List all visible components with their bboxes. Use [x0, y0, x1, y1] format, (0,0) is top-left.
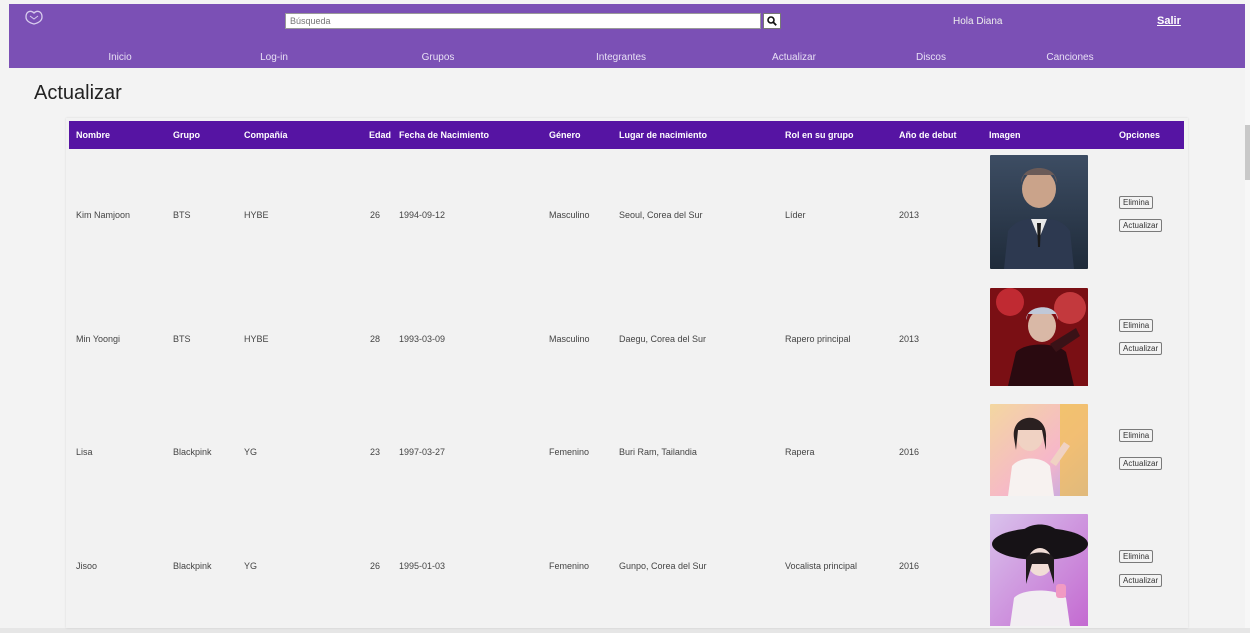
delete-button[interactable]: Elimina — [1119, 550, 1154, 563]
table-row: Min Yoongi BTS HYBE 28 1993-03-09 Mascul… — [66, 286, 1188, 406]
nav-item-integrantes[interactable]: Integrantes — [596, 52, 646, 63]
cell-debut: 2013 — [899, 334, 920, 344]
cell-genero: Masculino — [549, 334, 590, 344]
nav-item-grupos[interactable]: Grupos — [422, 52, 455, 63]
update-button[interactable]: Actualizar — [1119, 219, 1163, 232]
nav-item-actualizar[interactable]: Actualizar — [772, 52, 816, 63]
table-header: Nombre Grupo Compañía Edad Fecha de Naci… — [69, 121, 1184, 149]
member-photo — [990, 155, 1088, 269]
table-row: Jisoo Blackpink YG 26 1995-01-03 Femenin… — [66, 513, 1188, 633]
delete-button[interactable]: Elimina — [1119, 196, 1154, 209]
cell-fecha: 1997-03-27 — [399, 447, 446, 457]
cell-compania: HYBE — [244, 210, 269, 220]
update-button[interactable]: Actualizar — [1119, 457, 1163, 470]
cell-rol: Rapera — [785, 447, 815, 457]
members-table: Nombre Grupo Compañía Edad Fecha de Naci… — [66, 118, 1188, 628]
cell-rol: Rapero principal — [785, 334, 851, 344]
cell-nombre: Kim Namjoon — [76, 210, 131, 220]
column-header-imagen: Imagen — [989, 130, 1021, 140]
table-row: Lisa Blackpink YG 23 1997-03-27 Femenino… — [66, 403, 1188, 523]
cell-grupo: BTS — [173, 334, 191, 344]
cell-grupo: Blackpink — [173, 447, 212, 457]
nav-item-canciones[interactable]: Canciones — [1046, 52, 1093, 63]
column-header-rol: Rol en su grupo — [785, 130, 854, 140]
column-header-opciones: Opciones — [1119, 130, 1161, 140]
top-navigation-bar: Hola Diana Salir Inicio Log-in Grupos In… — [9, 4, 1245, 68]
search-icon — [767, 16, 777, 26]
cell-grupo: Blackpink — [173, 561, 212, 571]
cell-fecha: 1993-03-09 — [399, 334, 446, 344]
cell-debut: 2016 — [899, 561, 920, 571]
cell-compania: HYBE — [244, 334, 269, 344]
vertical-scrollbar[interactable] — [1245, 0, 1250, 628]
column-header-debut: Año de debut — [899, 130, 957, 140]
cell-genero: Femenino — [549, 447, 590, 457]
cell-genero: Femenino — [549, 561, 590, 571]
logout-link[interactable]: Salir — [1157, 15, 1181, 27]
column-header-genero: Género — [549, 130, 581, 140]
column-header-grupo: Grupo — [173, 130, 200, 140]
column-header-compania: Compañía — [244, 130, 288, 140]
cell-lugar: Buri Ram, Tailandia — [619, 447, 697, 457]
member-photo — [990, 514, 1088, 628]
search-input[interactable] — [285, 13, 761, 29]
cell-rol: Vocalista principal — [785, 561, 858, 571]
nav-item-discos[interactable]: Discos — [916, 52, 946, 63]
cell-edad: 26 — [370, 561, 381, 571]
nav-item-inicio[interactable]: Inicio — [108, 52, 131, 63]
cell-debut: 2013 — [899, 210, 920, 220]
table-row: Kim Namjoon BTS HYBE 26 1994-09-12 Mascu… — [66, 155, 1188, 275]
cell-compania: YG — [244, 447, 258, 457]
logo-icon[interactable] — [23, 8, 45, 26]
delete-button[interactable]: Elimina — [1119, 319, 1154, 332]
member-photo — [990, 404, 1088, 518]
cell-fecha: 1995-01-03 — [399, 561, 446, 571]
cell-nombre: Lisa — [76, 447, 93, 457]
user-greeting: Hola Diana — [953, 16, 1003, 27]
cell-rol: Líder — [785, 210, 806, 220]
update-button[interactable]: Actualizar — [1119, 574, 1163, 587]
cell-compania: YG — [244, 561, 258, 571]
cell-edad: 23 — [370, 447, 381, 457]
main-nav: Inicio Log-in Grupos Integrantes Actuali… — [9, 48, 1245, 68]
column-header-nombre: Nombre — [76, 130, 111, 140]
column-header-edad: Edad — [369, 130, 392, 140]
cell-debut: 2016 — [899, 447, 920, 457]
cell-grupo: BTS — [173, 210, 191, 220]
cell-nombre: Min Yoongi — [76, 334, 121, 344]
cell-lugar: Seoul, Corea del Sur — [619, 210, 703, 220]
update-button[interactable]: Actualizar — [1119, 342, 1163, 355]
page-title: Actualizar — [34, 82, 122, 104]
delete-button[interactable]: Elimina — [1119, 429, 1154, 442]
nav-item-log-in[interactable]: Log-in — [260, 52, 288, 63]
column-header-fecha: Fecha de Nacimiento — [399, 130, 490, 140]
page: Hola Diana Salir Inicio Log-in Grupos In… — [0, 0, 1245, 628]
cell-lugar: Gunpo, Corea del Sur — [619, 561, 707, 571]
cell-fecha: 1994-09-12 — [399, 210, 446, 220]
member-photo — [990, 288, 1088, 402]
column-header-lugar: Lugar de nacimiento — [619, 130, 708, 140]
cell-lugar: Daegu, Corea del Sur — [619, 334, 707, 344]
cell-edad: 26 — [370, 210, 381, 220]
cell-edad: 28 — [370, 334, 381, 344]
cell-genero: Masculino — [549, 210, 590, 220]
scrollbar-thumb[interactable] — [1245, 125, 1250, 180]
cell-nombre: Jisoo — [76, 561, 98, 571]
search-button[interactable] — [763, 13, 781, 29]
